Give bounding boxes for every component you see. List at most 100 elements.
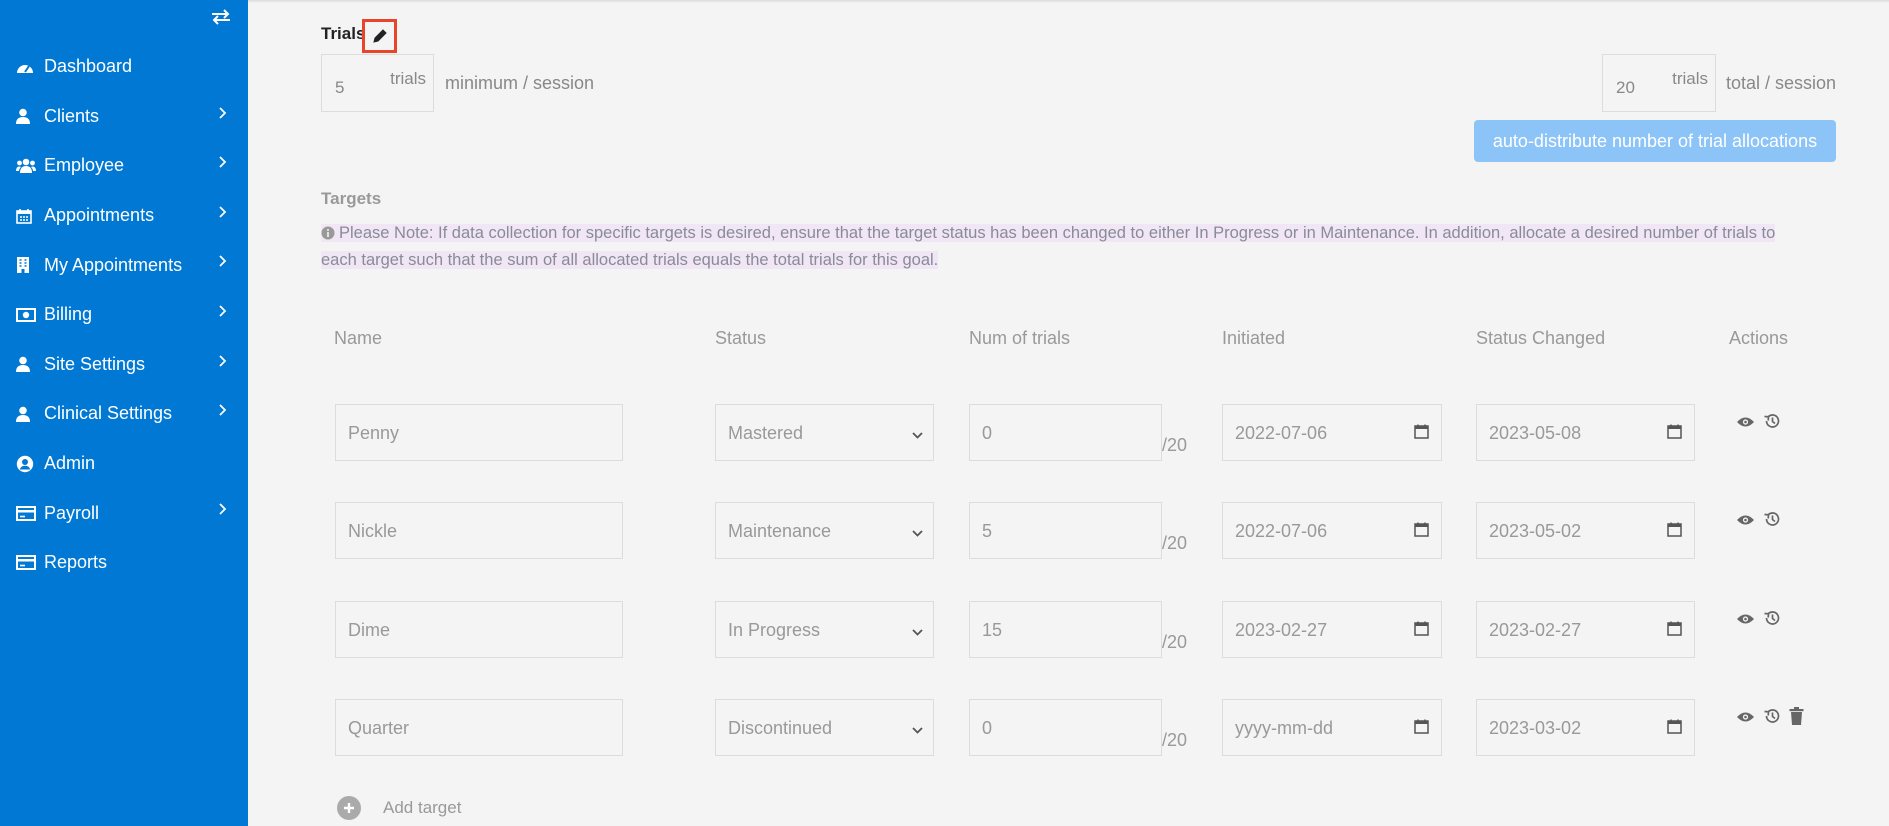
edit-trials-button[interactable] (362, 19, 397, 53)
row-actions (1736, 412, 1781, 435)
top-shadow (248, 0, 1889, 3)
target-trials-denominator: /20 (1162, 632, 1188, 652)
target-status-changed-date-input[interactable]: 2023-02-27 (1476, 601, 1695, 658)
user-icon (16, 107, 38, 125)
plus-circle-icon (337, 796, 361, 820)
calendar-icon[interactable] (1414, 424, 1429, 444)
eye-icon[interactable] (1736, 415, 1755, 433)
sidebar-item-label: Appointments (44, 205, 155, 226)
sidebar-nav: Dashboard Clients Employee Appointments My A… (0, 42, 248, 588)
target-name-value: Penny (348, 423, 400, 443)
target-trials-input[interactable]: 15 (969, 601, 1162, 658)
total-trials-value: 20 (1616, 78, 1635, 97)
pencil-icon (372, 29, 387, 43)
column-header-name: Name (334, 328, 383, 348)
sidebar-item-label: My Appointments (44, 254, 183, 275)
column-header-num-trials: Num of trials (969, 328, 1071, 348)
sidebar: Dashboard Clients Employee Appointments My A… (0, 0, 248, 826)
target-trials-input[interactable]: 0 (969, 404, 1162, 461)
sidebar-item-label: Billing (44, 304, 93, 325)
chevron-down-icon (912, 722, 923, 740)
target-status-value: Maintenance (728, 521, 832, 541)
chevron-right-icon (218, 205, 228, 223)
chevron-right-icon (218, 155, 228, 173)
sidebar-item-site-settings[interactable]: Site Settings (0, 340, 248, 390)
target-trials-value: 0 (982, 718, 993, 738)
user-icon (16, 405, 38, 423)
column-header-status-changed: Status Changed (1476, 328, 1606, 348)
target-status-changed-date-input[interactable]: 2023-03-02 (1476, 699, 1695, 756)
target-initiated-date-input[interactable]: 2022-07-06 (1222, 404, 1442, 461)
target-trials-input[interactable]: 0 (969, 699, 1162, 756)
target-status-changed-value: 2023-05-02 (1489, 521, 1582, 541)
targets-title: Targets (321, 189, 382, 208)
money-icon (16, 306, 38, 324)
target-name-input[interactable]: Nickle (335, 502, 623, 559)
sidebar-item-reports[interactable]: Reports (0, 538, 248, 588)
target-status-value: Discontinued (728, 718, 833, 738)
target-status-value: In Progress (728, 620, 821, 640)
target-name-input[interactable]: Penny (335, 404, 623, 461)
calendar-icon[interactable] (1667, 621, 1682, 641)
sidebar-item-dashboard[interactable]: Dashboard (0, 42, 248, 92)
sidebar-item-employee[interactable]: Employee (0, 141, 248, 191)
auto-distribute-button[interactable]: auto-distribute number of trial allocati… (1474, 120, 1836, 162)
calendar-icon[interactable] (1414, 522, 1429, 542)
eye-icon[interactable] (1736, 710, 1755, 728)
target-trials-input[interactable]: 5 (969, 502, 1162, 559)
target-initiated-date-input[interactable]: yyyy-mm-dd (1222, 699, 1442, 756)
target-trials-denominator: /20 (1162, 730, 1188, 750)
sidebar-item-clinical-settings[interactable]: Clinical Settings (0, 389, 248, 439)
sidebar-item-label: Admin (44, 453, 96, 474)
sidebar-item-admin[interactable]: Admin (0, 439, 248, 489)
target-status-changed-date-input[interactable]: 2023-05-02 (1476, 502, 1695, 559)
target-initiated-date-input[interactable]: 2023-02-27 (1222, 601, 1442, 658)
target-status-select[interactable]: Mastered (715, 404, 934, 461)
sidebar-item-billing[interactable]: Billing (0, 290, 248, 340)
sidebar-item-appointments[interactable]: Appointments (0, 191, 248, 241)
history-icon[interactable] (1763, 412, 1781, 435)
sidebar-item-label: Reports (44, 552, 108, 573)
eye-icon[interactable] (1736, 612, 1755, 630)
target-initiated-date-input[interactable]: 2022-07-06 (1222, 502, 1442, 559)
history-icon[interactable] (1763, 707, 1781, 730)
chevron-right-icon (218, 304, 228, 322)
target-status-select[interactable]: Discontinued (715, 699, 934, 756)
column-header-initiated: Initiated (1222, 328, 1286, 348)
history-icon[interactable] (1763, 609, 1781, 632)
target-initiated-value: 2022-07-06 (1235, 423, 1328, 443)
calendar-icon[interactable] (1667, 424, 1682, 444)
sidebar-toggle-icon[interactable] (208, 6, 234, 28)
info-icon (321, 226, 335, 240)
user-icon (16, 355, 38, 373)
add-target-button[interactable]: Add target (337, 796, 461, 820)
target-status-changed-date-input[interactable]: 2023-05-08 (1476, 404, 1695, 461)
chevron-right-icon (218, 502, 228, 520)
target-status-select[interactable]: Maintenance (715, 502, 934, 559)
credit-card-icon (16, 554, 38, 572)
history-icon[interactable] (1763, 510, 1781, 533)
total-trials-unit: trials (1672, 69, 1708, 88)
total-trials-input[interactable]: 20 trials (1602, 54, 1716, 112)
calendar-icon (16, 207, 38, 225)
sidebar-item-clients[interactable]: Clients (0, 92, 248, 142)
sidebar-item-label: Payroll (44, 502, 100, 523)
min-trials-input[interactable]: 5 trials (321, 54, 434, 112)
chevron-right-icon (218, 403, 228, 421)
calendar-icon[interactable] (1667, 719, 1682, 739)
sidebar-item-payroll[interactable]: Payroll (0, 488, 248, 538)
add-target-label: Add target (383, 798, 462, 817)
calendar-icon[interactable] (1667, 522, 1682, 542)
target-name-value: Quarter (348, 718, 410, 738)
sidebar-item-my-appointments[interactable]: My Appointments (0, 240, 248, 290)
calendar-icon[interactable] (1414, 621, 1429, 641)
trash-icon[interactable] (1789, 707, 1804, 730)
calendar-icon[interactable] (1414, 719, 1429, 739)
target-name-value: Dime (348, 620, 391, 640)
target-status-select[interactable]: In Progress (715, 601, 934, 658)
target-name-input[interactable]: Quarter (335, 699, 623, 756)
sidebar-item-label: Dashboard (44, 56, 133, 77)
target-name-input[interactable]: Dime (335, 601, 623, 658)
sidebar-item-label: Clients (44, 105, 100, 126)
eye-icon[interactable] (1736, 513, 1755, 531)
